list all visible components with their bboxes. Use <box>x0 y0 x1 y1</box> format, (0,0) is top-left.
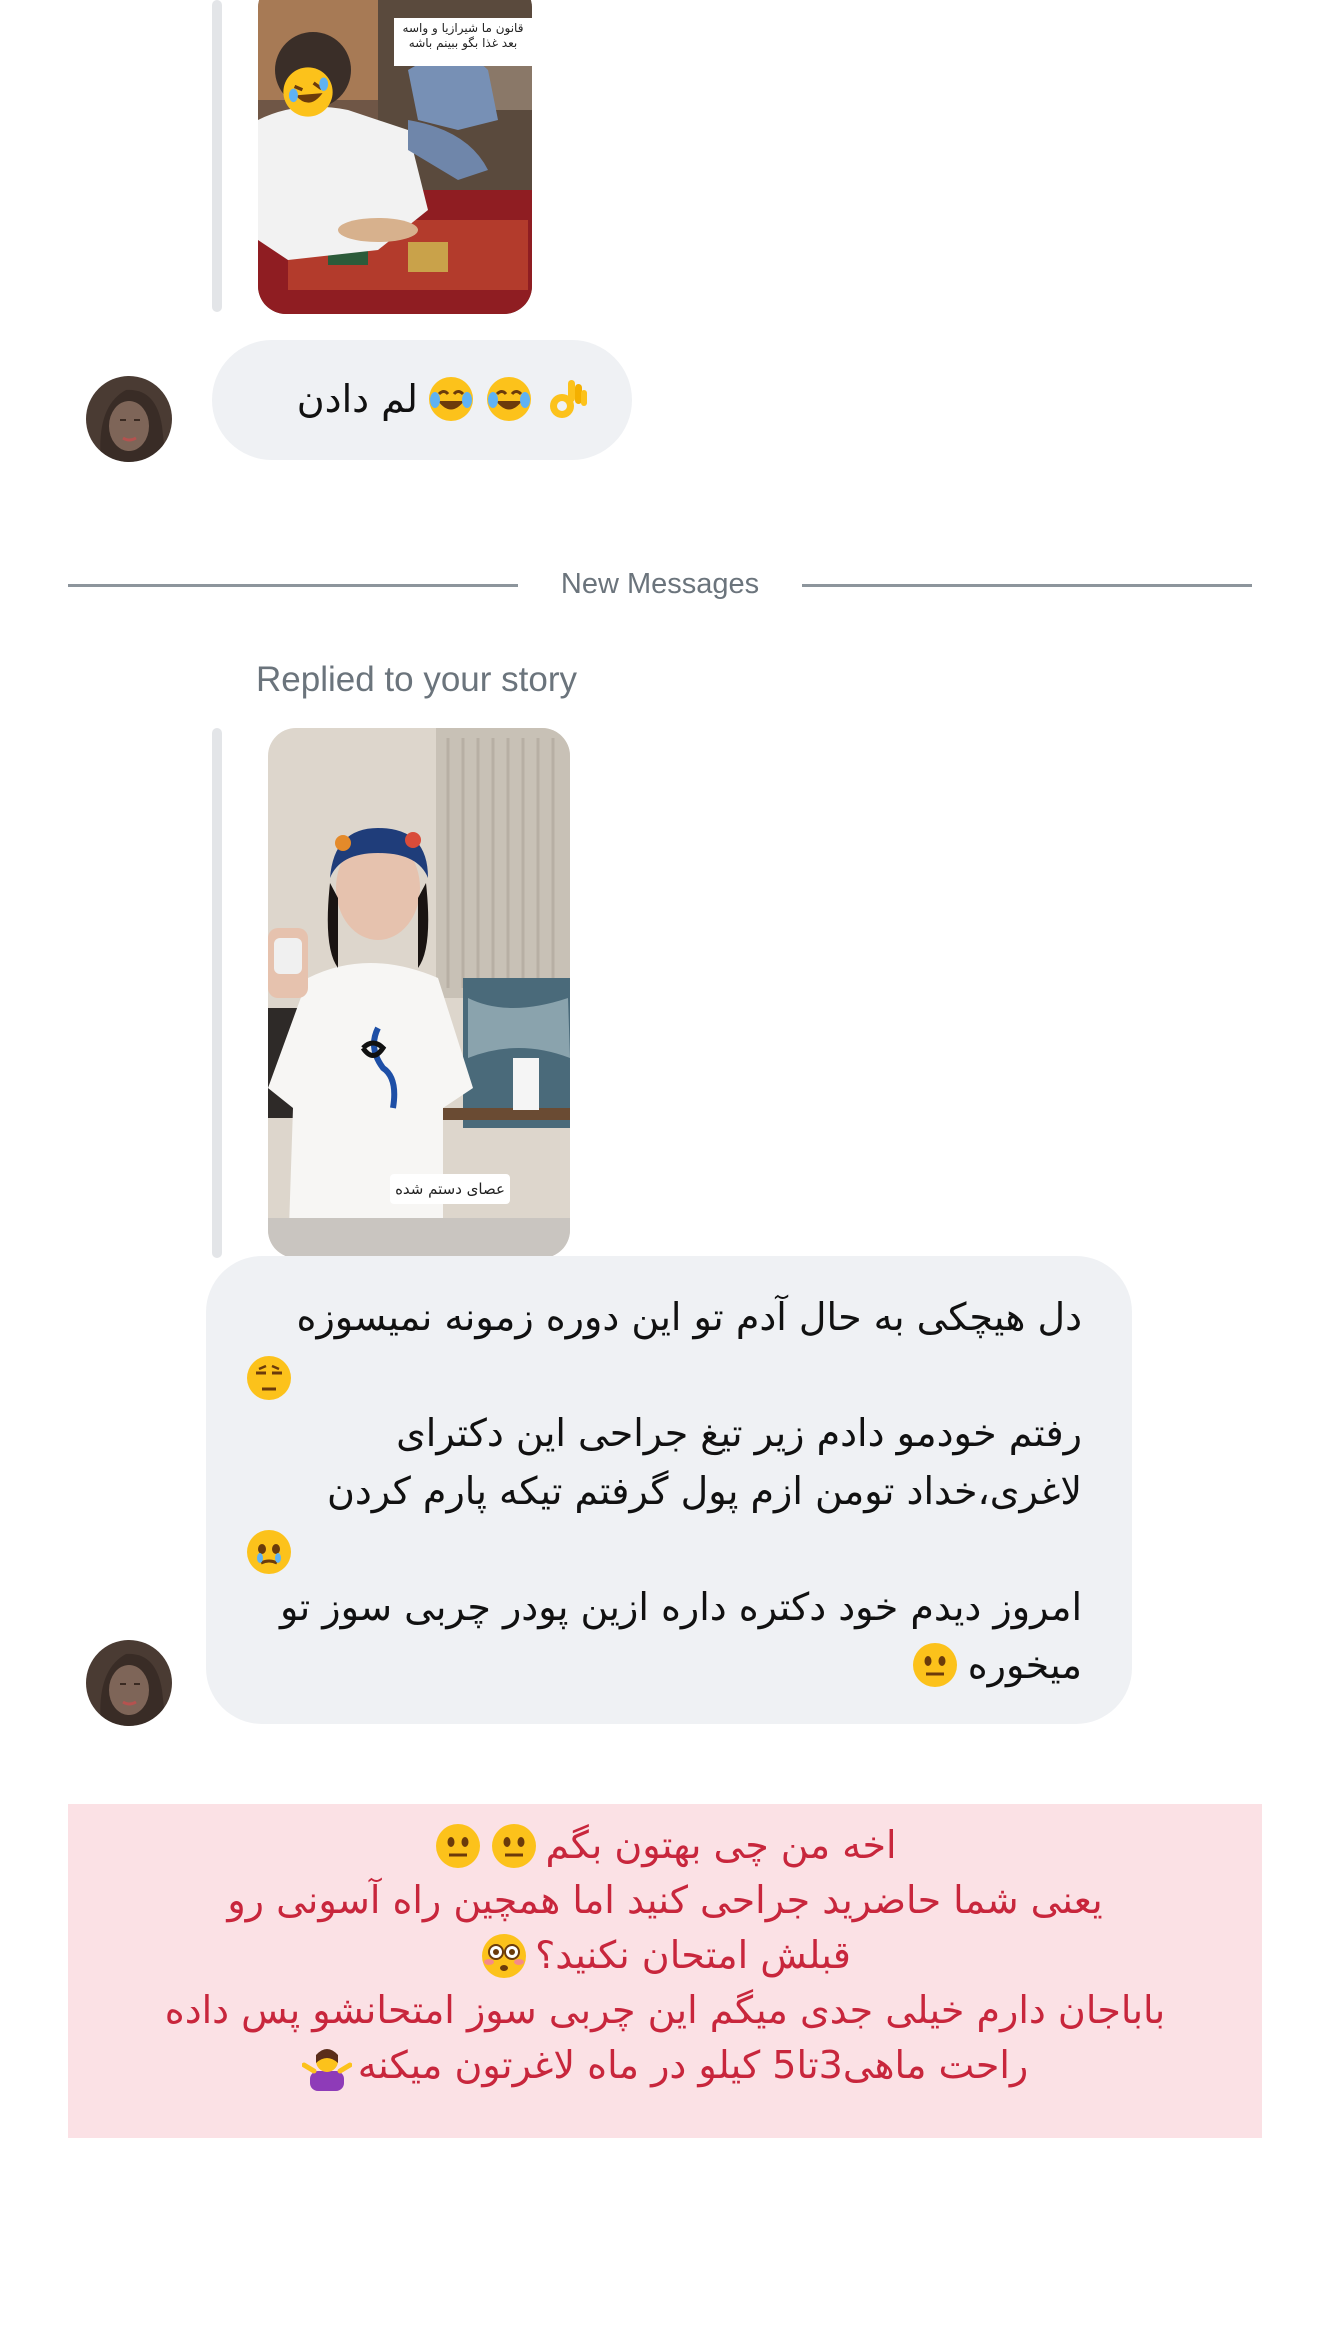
message-text: لم دادن <box>296 377 418 421</box>
divider-line-left <box>68 584 518 587</box>
unamused-face-emoji <box>244 1353 294 1403</box>
laughing-tears-emoji <box>426 374 476 424</box>
message-line: لاغری،خداد تومن ازم پول گرفتم تیکه پارم … <box>326 1469 1082 1513</box>
story-sticker-text: قانون ما شیرازیا و واسه بعد غذا بگو ببین… <box>394 18 532 66</box>
caption-line-with-emoji: اخه من چی بهتون بگم <box>68 1818 1262 1873</box>
caption-overlay: اخه من چی بهتون بگم یعنی شما حاضرید جراح… <box>68 1804 1262 2138</box>
neutral-face-emoji <box>489 1821 539 1871</box>
message-line: میخوره <box>967 1643 1082 1687</box>
rofl-emoji-sticker <box>280 64 336 120</box>
message-bubble[interactable]: لم دادن <box>212 340 632 460</box>
caption-line: قبلش امتحان نکنید؟ <box>535 1933 851 1977</box>
caption-line: راحت ماهی3تا5 کیلو در ماه لاغرتون میکنه <box>357 2043 1029 2087</box>
person-shrugging-emoji <box>301 2041 352 2091</box>
sender-avatar[interactable] <box>86 1640 172 1726</box>
caption-line-with-emoji: راحت ماهی3تا5 کیلو در ماه لاغرتون میکنه <box>68 2038 1262 2093</box>
sender-avatar[interactable] <box>86 376 172 462</box>
reply-indicator-bar <box>212 0 222 312</box>
replied-to-story-label: Replied to your story <box>256 660 577 699</box>
flushed-face-emoji <box>479 1931 529 1981</box>
message-line: دل هیچکی به حال آدم تو این دوره زمونه نم… <box>296 1295 1082 1339</box>
holding-back-tears-emoji <box>244 1527 294 1577</box>
emoji-row <box>244 1346 1082 1404</box>
message-bubble[interactable]: دل هیچکی به حال آدم تو این دوره زمونه نم… <box>206 1256 1132 1724</box>
emoji-row <box>244 1520 1082 1578</box>
story-sticker-text: عصای دستم شده <box>390 1174 510 1204</box>
ok-hand-emoji <box>542 374 592 424</box>
caption-line: اخه من چی بهتون بگم <box>545 1823 897 1867</box>
new-messages-divider: New Messages <box>560 568 760 600</box>
message-line-with-emoji: میخوره <box>244 1636 1082 1694</box>
reply-indicator-bar <box>212 728 222 1258</box>
caption-line: یعنی شما حاضرید جراحی کنید اما همچین راه… <box>227 1878 1103 1922</box>
divider-line-right <box>802 584 1252 587</box>
caption-line: باباجان دارم خیلی جدی میگم این چربی سوز … <box>164 1988 1166 2032</box>
message-line: رفتم خودمو دادم زیر تیغ جراحی این دکترای <box>396 1411 1082 1455</box>
laughing-tears-emoji <box>484 374 534 424</box>
caption-line-with-emoji: قبلش امتحان نکنید؟ <box>68 1928 1262 1983</box>
neutral-face-emoji <box>433 1821 483 1871</box>
neutral-face-emoji <box>910 1640 960 1690</box>
message-line: امروز دیدم خود دکتره داره ازین پودر چربی… <box>279 1585 1082 1629</box>
